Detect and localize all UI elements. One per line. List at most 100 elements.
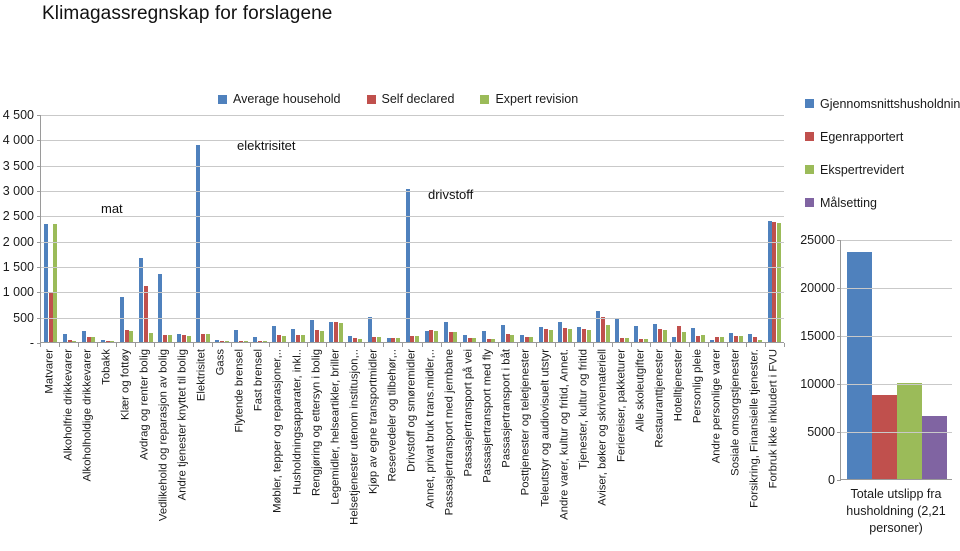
bar [372, 336, 377, 342]
x-axis-label-slot: Kjøp av egne transportmidler [364, 347, 383, 547]
axis-tick-mark [37, 140, 41, 142]
bar [753, 336, 758, 342]
bar [634, 325, 639, 342]
bar-group [193, 115, 212, 342]
x-axis-label-slot: Aviser, bøker og skrivemateriell [593, 347, 612, 547]
x-axis-label-slot: Andre varer, kultur og fritid, Annet. [555, 347, 574, 547]
legend-label: Målsetting [820, 195, 877, 210]
bar-group [384, 115, 403, 342]
y-axis-tick-label: 0 [828, 472, 835, 487]
bar [562, 328, 567, 342]
bar [734, 335, 739, 342]
right-chart-legend: Gjennomsnittshusholdning Egenrapportert Ek… [805, 96, 960, 228]
legend-entry: Gjennomsnittshusholdning [805, 96, 960, 113]
gridline [841, 288, 952, 289]
bar [577, 326, 582, 342]
bar [215, 339, 220, 342]
bar [448, 331, 453, 342]
bar [543, 329, 548, 342]
bar [129, 331, 134, 342]
bar-group [479, 115, 498, 342]
y-axis-tick-label: 10000 [800, 376, 835, 391]
gridline [41, 267, 784, 268]
bar [234, 330, 239, 342]
bar [329, 322, 334, 342]
legend-swatch-icon [480, 94, 490, 104]
x-axis-tick-label: Reservedeler og tilbehør,.. [386, 349, 399, 482]
bar [467, 337, 472, 342]
bar [353, 338, 358, 342]
x-axis-label-slot: Annet, privat bruk trans.midler,.. [422, 347, 441, 547]
bar [138, 257, 143, 342]
x-axis-label-slot: Matvarer [40, 347, 59, 547]
bar-group [517, 115, 536, 342]
legend-label: Gjennomsnittshusholdning [820, 97, 960, 111]
bar [281, 335, 286, 342]
x-axis-label-slot: Forsikring, Finansielle tjenester. [746, 347, 765, 547]
x-axis-label-slot: Fast brensel [250, 347, 269, 547]
x-axis-tick-label: Andre tjenester knyttet til bolig [176, 349, 189, 501]
bar [719, 337, 724, 342]
bar [124, 330, 129, 342]
bar [715, 337, 720, 342]
legend-entry: Expert revision [480, 92, 578, 106]
gridline [41, 216, 784, 218]
bar-group [536, 115, 555, 342]
bar-group [498, 115, 517, 342]
bar [62, 334, 67, 342]
y-axis-tick-label: 15000 [800, 328, 835, 343]
bar [410, 335, 415, 342]
bar [258, 341, 263, 342]
y-axis-tick-label: 3 500 [2, 158, 34, 173]
x-axis-label-slot: Andre personlige varer [708, 347, 727, 547]
x-axis-label-slot: Klær og fottøy [116, 347, 135, 547]
x-axis-tick-label: Fast brensel [252, 349, 265, 412]
x-axis-tick-label: Kjøp av egne transportmidler [367, 349, 380, 495]
legend-entry: Ekspertrevidert [805, 162, 955, 179]
bar [186, 335, 191, 342]
bar-group [79, 115, 98, 342]
bar-group [155, 115, 174, 342]
x-axis-tick-label: Passasjertransport i båt [500, 349, 513, 468]
x-axis-tick-label: Tjenester, kultur og fritid [577, 349, 590, 470]
bar [262, 341, 267, 342]
gridline [41, 317, 784, 319]
x-axis-tick-label: Alkoholfrie drikkevarer [61, 349, 74, 461]
page-title: Klimagassregnskap for forslagene [42, 3, 333, 24]
x-axis-label-slot: Gass [212, 347, 231, 547]
x-axis-label-slot: Avdrag og renter bolig [135, 347, 154, 547]
bar [524, 337, 529, 342]
bar [167, 335, 172, 342]
legend-swatch-icon [366, 94, 376, 104]
y-axis-tick-label: 3 000 [2, 183, 34, 198]
bar [272, 326, 277, 342]
x-axis-tick-label: Helsetjenester utenom institusjon,.. [348, 349, 361, 525]
bar [143, 286, 148, 342]
bar [119, 297, 124, 342]
x-axis-tick-label: Avdrag og renter bolig [138, 349, 151, 460]
bar [581, 329, 586, 342]
bar [81, 331, 86, 342]
x-axis-tick-mark [784, 343, 785, 347]
bar [462, 335, 467, 342]
x-axis-label-slot: Teleutstyr og audiovisuelt utstyr [536, 347, 555, 547]
axis-tick-mark [37, 241, 41, 243]
x-axis-tick-label: Alkoholholdige drikkevarer [81, 349, 94, 482]
right-chart-y-axis: 0 5000 10000 15000 20000 25000 [800, 234, 838, 486]
x-axis-label-slot: Forbruk ikke inkludert i FVU [765, 347, 784, 547]
right-chart-plot-area [837, 240, 952, 481]
x-axis-tick-label: Feriereiser, pakketurer [615, 349, 628, 463]
x-axis-label-slot: Helsetjenester utenom institusjon,.. [345, 347, 364, 547]
x-axis-label-slot: Legemidler, helseartikler, briller [326, 347, 345, 547]
x-axis-tick-label: Restauranttjenester [653, 349, 666, 448]
right-chart-x-label: Totale utslipp fra husholdning (2,21 per… [846, 487, 946, 535]
x-axis-tick-label: Vedlikehold og reparasjon av bolig [157, 349, 170, 522]
y-axis-tick-label: 4 500 [2, 107, 34, 122]
bar [510, 334, 515, 342]
x-axis-tick-label: Forbruk ikke inkludert i FVU [767, 349, 780, 489]
bar [443, 321, 448, 342]
bar [558, 322, 562, 342]
plot-annotation: drivstoff [428, 187, 474, 202]
x-axis-label-slot: Personlig pleie [689, 347, 708, 547]
bar [219, 341, 224, 342]
